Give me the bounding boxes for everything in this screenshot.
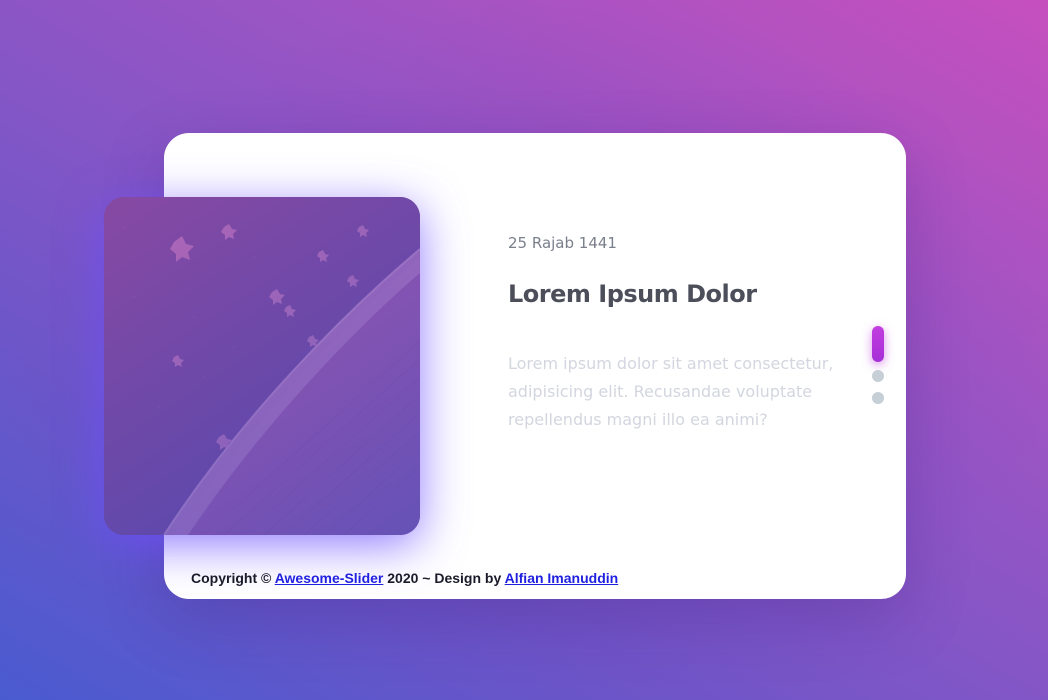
project-link[interactable]: Awesome-Slider xyxy=(275,570,384,586)
slide-image xyxy=(104,197,420,535)
pagination-dot-2[interactable] xyxy=(872,370,884,382)
author-link[interactable]: Alfian Imanuddin xyxy=(505,570,619,586)
pagination-dot-3[interactable] xyxy=(872,392,884,404)
slide-text: Lorem ipsum dolor sit amet consectetur, … xyxy=(508,354,834,429)
pagination-dot-1[interactable] xyxy=(872,326,884,362)
slide-title: Lorem Ipsum Dolor xyxy=(508,280,757,308)
slide-date: 25 Rajab 1441 xyxy=(508,234,617,252)
footer-middle-text: 2020 ~ Design by xyxy=(387,570,502,586)
footer-credits: Copyright © Awesome-Slider 2020 ~ Design… xyxy=(191,570,618,586)
image-color-overlay xyxy=(104,197,420,535)
copyright-prefix: Copyright © xyxy=(191,570,272,586)
slider-pagination xyxy=(872,326,884,414)
